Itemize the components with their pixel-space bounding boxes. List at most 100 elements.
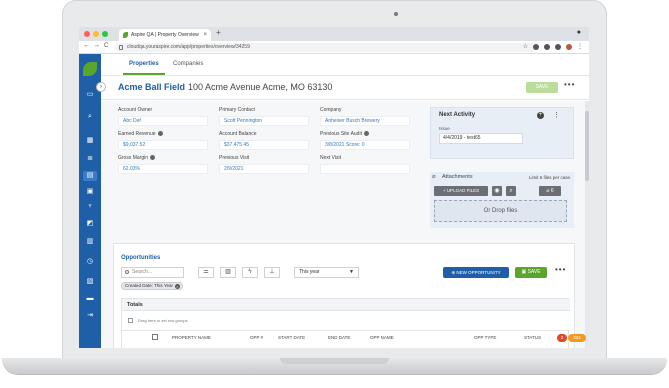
drop-zone[interactable]: Or Drop files [434, 200, 567, 222]
new-opportunity-button[interactable]: ⊕ NEW OPPORTUNITY [443, 267, 509, 278]
filter-chip[interactable]: Created Date: This Year × [121, 282, 183, 290]
column-header[interactable]: END DATE [328, 335, 350, 340]
browser-menu-icon[interactable]: ● [577, 29, 581, 36]
opportunity-more-icon[interactable]: ••• [555, 265, 566, 274]
browser-tab-bar: Aspire QA | Property Overview × + ● [79, 27, 589, 41]
opportunities-title: Opportunities [121, 255, 161, 261]
archive-icon[interactable]: ▬ [83, 294, 97, 304]
attachments-title: Attachments [442, 174, 473, 180]
url-input[interactable]: cloudqa.youraspire.com/app/properties/ov… [115, 43, 535, 52]
exit-icon[interactable]: ⇥ [83, 311, 97, 321]
chart-icon[interactable]: ◩ [83, 219, 97, 229]
search-icon[interactable]: ⌕ [83, 112, 97, 122]
add-activity-icon[interactable]: + [537, 112, 544, 119]
paperclip-icon: ⌀ [432, 174, 436, 180]
back-icon[interactable]: ← [83, 42, 90, 49]
attachments-panel: ⌀ Attachments Limit 5 files per case + U… [430, 172, 574, 228]
money-icon[interactable]: ▭ [83, 90, 97, 100]
puzzle-icon[interactable] [555, 43, 561, 50]
account-owner-value[interactable]: Abc Def [118, 116, 208, 126]
field-label: Earned Revenue [118, 131, 208, 138]
search-icon[interactable]: ⌕ [506, 186, 516, 196]
close-icon[interactable]: × [174, 284, 180, 289]
tab-companies[interactable]: Companies [173, 61, 203, 67]
column-header[interactable]: OPP # [250, 335, 263, 340]
account-owner-field: Account Owner Abc Def [118, 107, 208, 126]
flash-icon[interactable]: ϟ [242, 267, 258, 278]
column-header[interactable]: OPP NAME [370, 335, 394, 340]
browser-tab[interactable]: Aspire QA | Property Overview × [119, 29, 211, 41]
header-save-button[interactable]: SAVE [526, 82, 558, 93]
calendar-icon[interactable]: ▦ [83, 136, 97, 146]
attachments-limit: Limit 5 files per case [528, 175, 570, 180]
scrollbar[interactable] [585, 101, 589, 348]
grid-icon[interactable]: ▤ [83, 171, 97, 181]
tab-close-icon[interactable]: × [203, 29, 207, 41]
screen: Aspire QA | Property Overview × + ● ← → … [79, 27, 589, 348]
info-icon[interactable] [363, 131, 369, 137]
column-header[interactable]: STATUS [524, 335, 541, 340]
minimize-window-icon[interactable] [93, 31, 99, 37]
dashboard-icon[interactable]: ▣ [83, 187, 97, 197]
report-icon[interactable]: ▧ [83, 277, 97, 287]
upload-files-button[interactable]: + UPLOAD FILES [434, 186, 488, 196]
attachment-count-button[interactable]: ⌀ 6 [539, 186, 561, 196]
column-header[interactable]: PROPERTY NAME [172, 335, 211, 340]
camera-icon[interactable]: ◉ [492, 186, 502, 196]
maximize-window-icon[interactable] [102, 31, 108, 37]
forward-icon[interactable]: → [93, 42, 100, 49]
reload-icon[interactable]: C [104, 43, 108, 49]
column-header[interactable]: START DATE [278, 335, 305, 340]
scrollbar-thumb[interactable] [585, 111, 589, 181]
count-badge[interactable]: 334 [568, 334, 586, 342]
row-group-hint: Drag here to set row groups [138, 318, 188, 323]
close-window-icon[interactable] [84, 31, 90, 37]
opportunity-search-input[interactable]: Search... [121, 267, 184, 278]
period-value: This year [299, 269, 320, 275]
columns-icon[interactable]: ▥ [220, 267, 236, 278]
extension-icon[interactable] [533, 43, 539, 50]
hierarchy-icon[interactable]: ⊥ [264, 267, 280, 278]
aspire-favicon-icon [123, 32, 128, 38]
property-address: 100 Acme Avenue Acme, MO 63130 [188, 82, 333, 92]
search-icon [125, 270, 129, 274]
previous-site-audit-value[interactable]: 3/8/2021 Score: 0 [320, 140, 410, 150]
next-activity-title: Next Activity [439, 112, 476, 118]
period-select[interactable]: This year ▼ [294, 267, 359, 278]
opportunity-save-button[interactable]: ▣ SAVE [515, 267, 547, 278]
trophy-icon[interactable]: ♆ [83, 202, 97, 212]
info-icon[interactable] [150, 155, 156, 161]
browser-more-icon[interactable]: ⋮ [577, 43, 583, 50]
select-all-checkbox[interactable] [152, 334, 158, 340]
profile-avatar[interactable] [566, 43, 572, 50]
header-more-icon[interactable]: ••• [564, 80, 575, 89]
list-icon[interactable]: ≣ [83, 154, 97, 164]
clock-icon[interactable]: ◷ [83, 257, 97, 267]
column-header[interactable]: OPP TYPE [474, 335, 496, 340]
camera-icon [394, 12, 398, 16]
extension-icon[interactable] [544, 43, 550, 50]
filter-icon[interactable]: ⚌ [198, 267, 214, 278]
new-tab-button[interactable]: + [216, 28, 221, 37]
notification-badge[interactable]: 2 [557, 334, 567, 342]
company-value[interactable]: Anheiser Busch Brewery [320, 116, 410, 126]
clipboard-icon[interactable]: ▥ [83, 237, 97, 247]
activity-more-icon[interactable]: ⋮ [553, 111, 560, 119]
issue-value[interactable]: 4/4/2019 - test65 [439, 133, 523, 144]
sidebar-collapse-button[interactable]: › [96, 82, 106, 92]
property-header: Acme Ball Field 100 Acme Avenue Acme, MO… [101, 76, 589, 100]
primary-contact-value[interactable]: Scott Pennington [219, 116, 309, 126]
save-label: SAVE [527, 269, 541, 275]
info-icon[interactable] [157, 131, 163, 137]
row-group-drop-zone[interactable]: Drag here to set row groups [122, 311, 570, 331]
tab-properties[interactable]: Properties [123, 61, 165, 75]
earned-revenue-field: Earned Revenue $9,037.52 [118, 131, 208, 150]
main-content: Properties Companies Acme Ball Field 100… [101, 54, 589, 348]
aspire-logo[interactable] [83, 62, 97, 76]
field-label: Gross Margin [118, 155, 208, 162]
group-icon [128, 318, 133, 323]
earned-revenue-label: Earned Revenue [118, 131, 156, 137]
laptop-notch [280, 358, 389, 364]
bookmark-star-icon[interactable]: ☆ [523, 43, 528, 50]
account-balance-field: Account Balance $37,475.45 [219, 131, 309, 150]
